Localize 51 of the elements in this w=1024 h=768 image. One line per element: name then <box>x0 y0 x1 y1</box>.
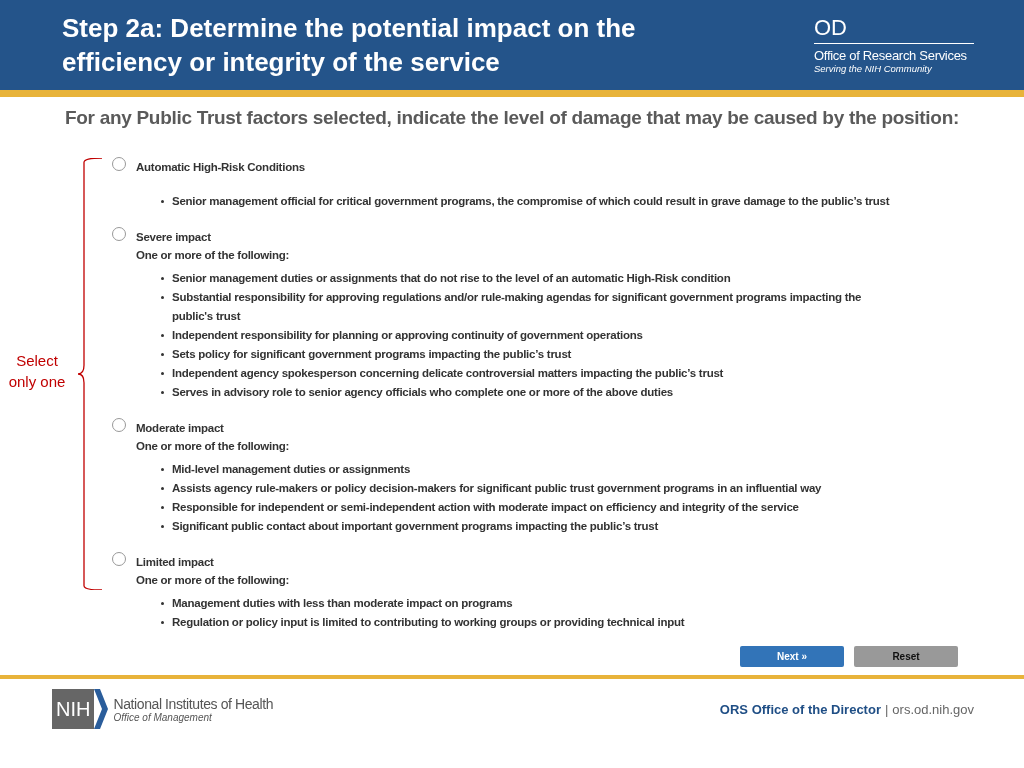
slide-title: Step 2a: Determine the potential impact on the efficiency or integrity of the service <box>62 12 637 79</box>
radio-button[interactable] <box>112 418 126 432</box>
footer-org: ORS Office of the Director <box>719 701 881 717</box>
nih-name: National Institutes of Health <box>113 695 274 712</box>
radio-button[interactable] <box>112 552 126 566</box>
list-item: Responsible for independent or semi-independent action with moderate impact on efficiency and integrity of the service <box>172 500 799 515</box>
list-item: Substantial responsibility for approving regulations and/or rule-making agendas for significant government programs impacting the public's trust <box>172 290 863 324</box>
logo-mark: OD <box>814 16 974 44</box>
reset-button[interactable]: Reset <box>854 646 958 667</box>
list-item: Serves in advisory role to senior agency officials who complete one or more of the above duties <box>172 385 673 400</box>
bullet-icon <box>161 525 164 528</box>
bullet-icon <box>161 621 164 624</box>
bullet-icon <box>161 391 164 394</box>
select-note: Select only one <box>7 351 67 392</box>
bullet-icon <box>161 353 164 356</box>
bullet-icon <box>161 487 164 490</box>
option-label: Automatic High-Risk Conditions <box>136 160 306 175</box>
option-subtitle: One or more of the following: <box>136 439 291 454</box>
bullet-icon <box>161 468 164 471</box>
logo-name: Office of Research Services <box>814 48 968 63</box>
option-label: Severe impact <box>136 230 212 245</box>
separator: | <box>884 701 889 717</box>
list-item: Regulation or policy input is limited to contributing to working groups or providing technical input <box>172 615 685 630</box>
radio-button[interactable] <box>112 157 126 171</box>
bullet-icon <box>161 296 164 299</box>
nih-subtitle: Office of Management <box>113 711 213 723</box>
list-item: Independent responsibility for planning or approving continuity of government operations <box>172 328 643 343</box>
list-item: Mid-level management duties or assignments <box>172 462 411 477</box>
instruction-text: For any Public Trust factors selected, indicate the level of damage that may be caused by the position: <box>64 107 960 129</box>
bullet-icon <box>161 506 164 509</box>
option-label: Limited impact <box>136 555 215 570</box>
next-button[interactable]: Next » <box>740 646 844 667</box>
option-subtitle: One or more of the following: <box>136 573 291 588</box>
radio-button[interactable] <box>112 227 126 241</box>
option-label: Moderate impact <box>136 421 225 436</box>
footer-url: ors.od.nih.gov <box>892 701 974 717</box>
bullet-icon <box>161 372 164 375</box>
nih-logo: NIH <box>52 689 109 729</box>
list-item: Sets policy for significant government programs impacting the public’s trust <box>172 347 572 362</box>
list-item: Assists agency rule-makers or policy decision-makers for significant public trust government programs in an influential way <box>172 481 822 496</box>
list-item: Management duties with less than moderate impact on programs <box>172 596 513 611</box>
list-item: Independent agency spokesperson concerning delicate controversial matters impacting the public’s trust <box>172 366 724 381</box>
bullet-icon <box>161 602 164 605</box>
list-item: Senior management official for critical government programs, the compromise of which could result in grave damage to the public’s trust <box>172 194 890 209</box>
bullet-icon <box>161 200 164 203</box>
list-item: Senior management duties or assignments that do not rise to the level of an automatic High-Risk condition <box>172 271 731 286</box>
logo-tagline: Serving the NIH Community <box>814 63 933 74</box>
bullet-icon <box>161 334 164 337</box>
option-subtitle: One or more of the following: <box>136 248 291 263</box>
list-item: Significant public contact about important government programs impacting the public’s trust <box>172 519 659 534</box>
bullet-icon <box>161 277 164 280</box>
